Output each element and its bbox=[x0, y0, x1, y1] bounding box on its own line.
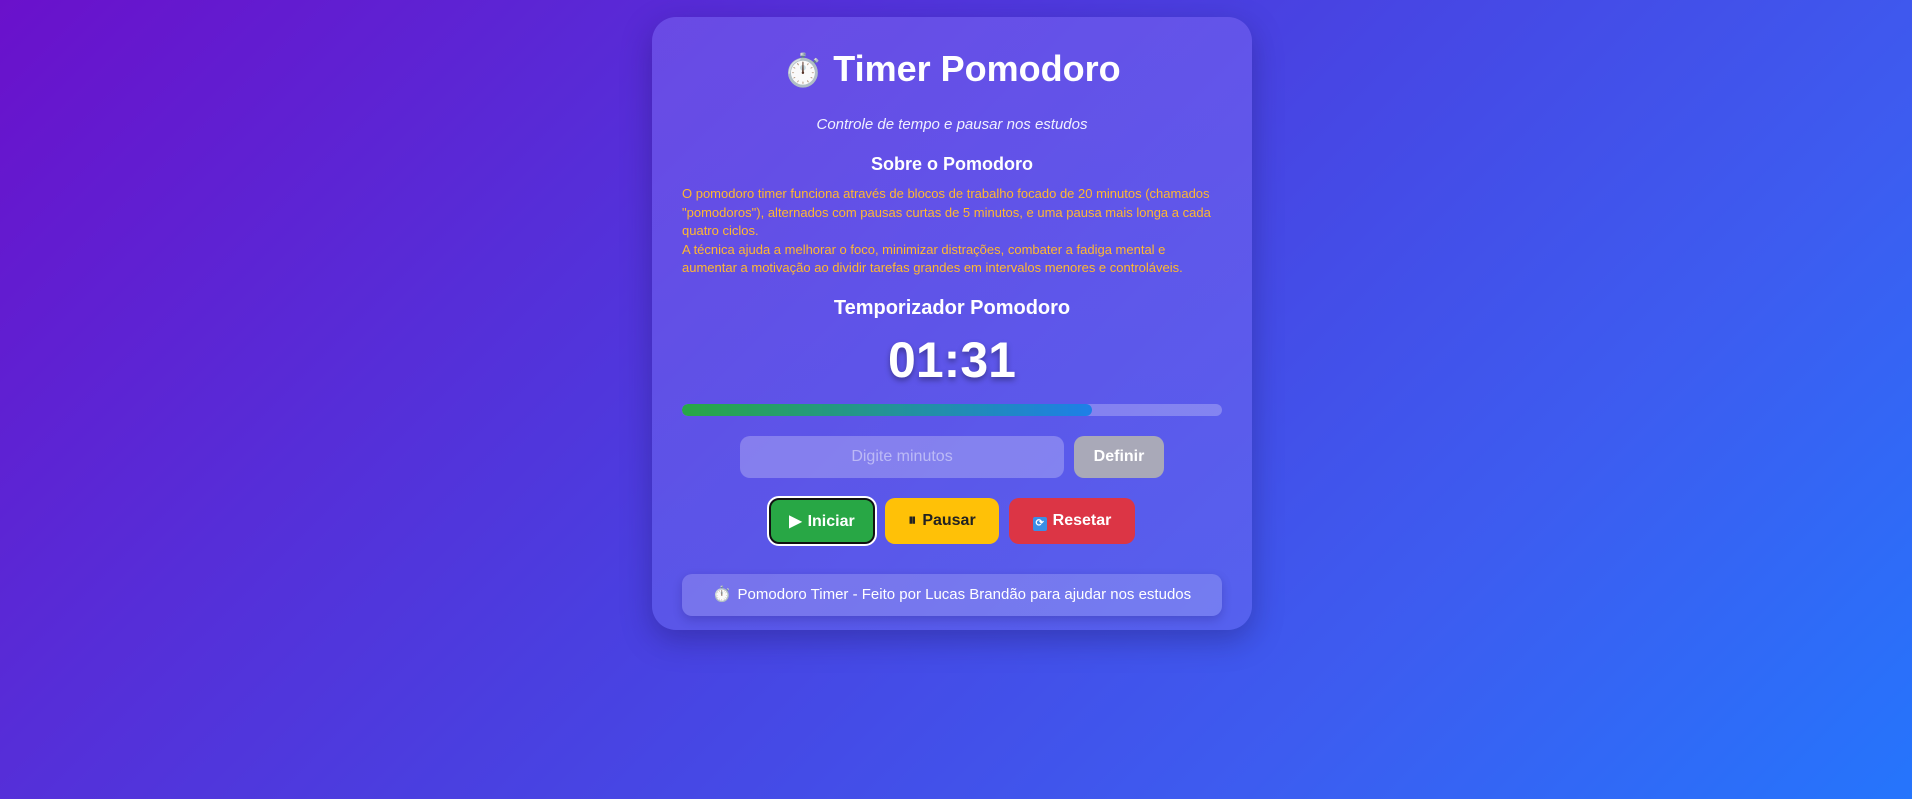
stopwatch-icon: ⏱️ bbox=[783, 52, 824, 88]
pomodoro-card: ⏱️ Timer Pomodoro Controle de tempo e pau… bbox=[652, 17, 1252, 630]
footer: ⏱️ Pomodoro Timer - Feito por Lucas Brand… bbox=[682, 574, 1222, 616]
timer-controls: ▶ Iniciar ⏸ Pausar ⟳ Resetar bbox=[652, 496, 1252, 546]
start-label: Iniciar bbox=[807, 513, 855, 530]
page-title: ⏱️ Timer Pomodoro bbox=[652, 47, 1252, 90]
about-description: O pomodoro timer funciona através de blo… bbox=[682, 185, 1222, 278]
subtitle: Controle de tempo e pausar nos estudos bbox=[816, 116, 1088, 133]
minutes-row: Definir bbox=[652, 436, 1252, 478]
start-button[interactable]: ▶ Iniciar bbox=[767, 496, 877, 546]
reset-label: Resetar bbox=[1052, 511, 1112, 529]
about-heading: Sobre o Pomodoro bbox=[871, 154, 1033, 174]
progress-bar bbox=[682, 404, 1222, 416]
pause-label: Pausar bbox=[922, 512, 976, 529]
define-button[interactable]: Definir bbox=[1074, 436, 1164, 478]
play-icon: ▶ bbox=[789, 513, 802, 530]
stopwatch-icon: ⏱️ bbox=[712, 586, 732, 603]
progress-fill bbox=[682, 404, 1093, 416]
about-paragraph-1: O pomodoro timer funciona através de blo… bbox=[682, 186, 1211, 238]
reset-button[interactable]: ⟳ Resetar bbox=[1009, 498, 1135, 544]
pause-icon: ⏸ bbox=[908, 512, 917, 529]
footer-text: Pomodoro Timer - Feito por Lucas Brandão… bbox=[737, 586, 1192, 603]
timer-heading: Temporizador Pomodoro bbox=[833, 297, 1071, 319]
reset-icon: ⟳ bbox=[1032, 516, 1047, 531]
about-paragraph-2: A técnica ajuda a melhorar o foco, minim… bbox=[682, 241, 1183, 276]
title-text: Timer Pomodoro bbox=[833, 48, 1121, 89]
minutes-input[interactable] bbox=[740, 436, 1064, 478]
pause-button[interactable]: ⏸ Pausar bbox=[885, 498, 999, 544]
timer-display: 01:31 bbox=[888, 332, 1016, 388]
